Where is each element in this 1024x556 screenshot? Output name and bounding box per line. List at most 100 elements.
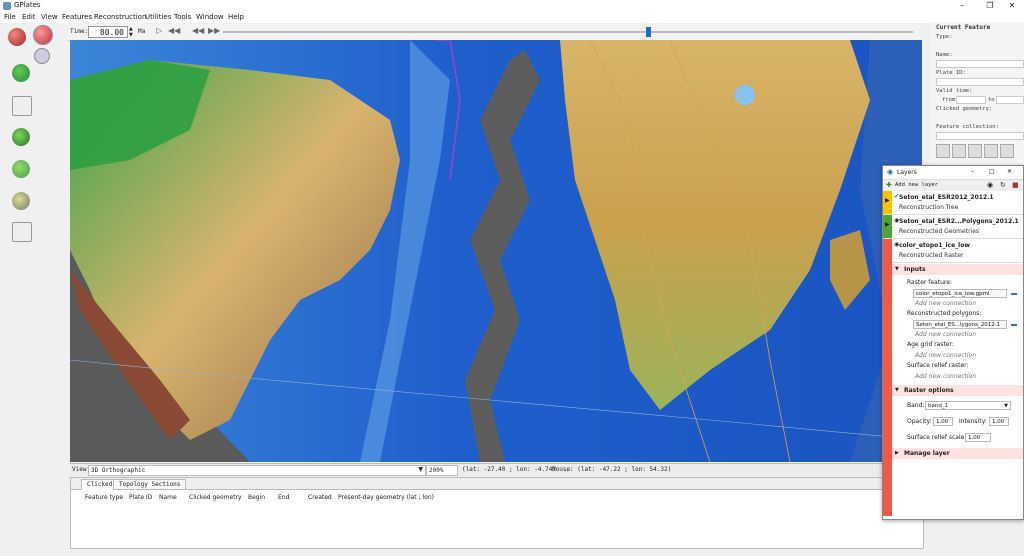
- manage-layer-section-header[interactable]: ▶ Manage layer: [892, 448, 1023, 459]
- digitise-icon[interactable]: [12, 96, 32, 116]
- clone-feature-icon[interactable]: [968, 144, 982, 158]
- band-select[interactable]: band_1 ▼: [925, 401, 1011, 410]
- query-feature-icon[interactable]: [936, 144, 950, 158]
- globe-canvas[interactable]: [70, 40, 922, 462]
- projection-select[interactable]: 3D Orthographic ▼: [88, 465, 426, 476]
- drag-globe-icon[interactable]: [8, 28, 26, 46]
- name-field[interactable]: [936, 60, 1024, 68]
- add-layer-icon[interactable]: ✚: [886, 181, 892, 189]
- opacity-label: Opacity:: [907, 418, 932, 425]
- column-plate-id[interactable]: Plate ID: [129, 494, 152, 501]
- menu-utilities[interactable]: Utilities: [143, 13, 173, 21]
- menu-features[interactable]: Features: [60, 13, 94, 21]
- expand-arrow-icon[interactable]: ▶: [885, 221, 890, 228]
- inputs-section-header[interactable]: ▼ Inputs: [892, 264, 1023, 275]
- surface-relief-scale-spinbox[interactable]: 1.00: [965, 433, 991, 442]
- raster-feature-label: Raster feature:: [907, 279, 952, 286]
- column-created[interactable]: Created: [308, 494, 332, 501]
- time-slider-track[interactable]: [223, 31, 913, 33]
- add-connection-link[interactable]: Add new connection: [915, 300, 976, 307]
- add-connection-link[interactable]: Add new connection: [915, 331, 976, 338]
- forward-icon[interactable]: ▶▶: [208, 26, 220, 35]
- layer-row-reconstruction-tree[interactable]: ▶ ✔ Seton_etal_ESR2012_2012.1 Reconstruc…: [883, 191, 1023, 215]
- name-label: Name:: [936, 52, 953, 58]
- type-label: Type:: [936, 34, 953, 40]
- restore-icon[interactable]: ❐: [978, 0, 1002, 12]
- small-circle-icon[interactable]: [12, 222, 32, 242]
- raster-layer-expansion-bar: [883, 239, 892, 516]
- close-icon[interactable]: ✕: [1000, 0, 1024, 12]
- intensity-spinbox[interactable]: 1.00: [989, 417, 1009, 426]
- manage-layer-header-label: Manage layer: [904, 450, 950, 457]
- chevron-down-icon: ▼: [418, 466, 423, 473]
- time-slider-thumb[interactable]: [646, 27, 651, 37]
- add-connection-link[interactable]: Add new connection: [915, 352, 976, 359]
- step-back-icon[interactable]: ◀◀: [168, 26, 180, 35]
- layers-title: Layers: [897, 169, 917, 176]
- measure-distance-icon[interactable]: [12, 192, 30, 210]
- raster-feature-connection[interactable]: color_etopo1_ice_low.gpml: [913, 289, 1007, 298]
- column-begin[interactable]: Begin: [248, 494, 265, 501]
- menu-file[interactable]: File: [2, 13, 18, 21]
- magnifier-icon[interactable]: [34, 48, 50, 64]
- menu-reconstruction[interactable]: Reconstruction: [92, 13, 148, 21]
- menu-edit[interactable]: Edit: [20, 13, 38, 21]
- current-feature-title: Current Feature: [936, 24, 991, 31]
- column-present-day-geometry[interactable]: Present-day geometry (lat ; lon): [338, 494, 434, 501]
- menu-help[interactable]: Help: [226, 13, 246, 21]
- expand-arrow-icon[interactable]: ▶: [885, 197, 890, 204]
- collapse-arrow-icon: ▼: [895, 266, 899, 272]
- window-titlebar: GPlates – ❐ ✕: [0, 0, 1024, 12]
- layers-app-icon: ◉: [887, 168, 894, 176]
- layer-row-reconstructed-geometries[interactable]: ▶ ◉ Seton_etal_ESR2...Polygons_2012.1 Re…: [883, 215, 1023, 239]
- age-grid-raster-label: Age grid raster:: [907, 341, 954, 348]
- expand-arrow-icon: ▶: [895, 450, 899, 456]
- layer-row-reconstructed-raster[interactable]: ▼ ◉ color_etopo1_ice_low Reconstructed R…: [883, 239, 1023, 263]
- to-label: to: [988, 97, 995, 103]
- delete-feature-icon[interactable]: [984, 144, 998, 158]
- choose-feature-icon[interactable]: [12, 64, 30, 82]
- time-label: Time:: [70, 28, 89, 35]
- reconstructed-polygons-connection[interactable]: Seton_etal_ES...lygons_2012.1: [913, 320, 1007, 329]
- refresh-layer-icon[interactable]: ↻: [1000, 181, 1006, 189]
- from-field[interactable]: [956, 96, 986, 104]
- tab-topology-sections[interactable]: Topology Sections: [113, 479, 187, 490]
- play-icon[interactable]: ▷: [156, 26, 162, 35]
- remove-connection-icon[interactable]: [1011, 324, 1017, 326]
- clear-selection-icon[interactable]: [1000, 144, 1014, 158]
- zoom-field[interactable]: 200%: [426, 465, 458, 476]
- feature-collection-field[interactable]: [936, 132, 1024, 140]
- add-connection-link[interactable]: Add new connection: [915, 373, 976, 380]
- column-name[interactable]: Name: [159, 494, 177, 501]
- current-feature-panel: Current Feature Type: Name: Plate ID: Va…: [930, 22, 1024, 174]
- show-layer-icon[interactable]: ◉: [987, 181, 993, 189]
- opacity-spinbox[interactable]: 1.00: [933, 417, 953, 426]
- move-vertex-icon[interactable]: [12, 128, 30, 146]
- menu-window[interactable]: Window: [194, 13, 226, 21]
- plate-id-field[interactable]: [936, 78, 1024, 86]
- layer-name: color_etopo1_ice_low: [899, 242, 970, 249]
- rewind-icon[interactable]: ◀◀: [192, 26, 204, 35]
- to-field[interactable]: [996, 96, 1024, 104]
- layers-maximize-icon[interactable]: □: [989, 168, 995, 175]
- edit-feature-icon[interactable]: [952, 144, 966, 158]
- add-layer-button[interactable]: Add new layer: [895, 182, 938, 188]
- column-feature-type[interactable]: Feature type: [85, 494, 123, 501]
- time-input[interactable]: 80.00: [88, 26, 128, 38]
- menu-tools[interactable]: Tools: [172, 13, 193, 21]
- column-end[interactable]: End: [278, 494, 289, 501]
- layers-close-icon[interactable]: ✕: [1007, 168, 1012, 175]
- layers-minimize-icon[interactable]: –: [971, 168, 974, 175]
- column-clicked-geometry[interactable]: Clicked geometry: [189, 494, 242, 501]
- menu-view[interactable]: View: [39, 13, 60, 21]
- globe-view[interactable]: [70, 40, 922, 462]
- pole-manipulation-icon[interactable]: [12, 160, 30, 178]
- zoom-globe-icon[interactable]: [33, 25, 53, 45]
- time-stepper-icon[interactable]: ▲ ▼: [129, 26, 133, 38]
- clicked-geometry-label: Clicked geometry:: [936, 106, 993, 112]
- minimize-icon[interactable]: –: [950, 0, 974, 12]
- colour-layer-icon[interactable]: ■: [1012, 181, 1019, 189]
- clicked-features-panel: Clicked Topology Sections Feature type P…: [70, 477, 924, 549]
- remove-connection-icon[interactable]: [1011, 293, 1017, 295]
- raster-options-section-header[interactable]: ▼ Raster options: [892, 385, 1023, 396]
